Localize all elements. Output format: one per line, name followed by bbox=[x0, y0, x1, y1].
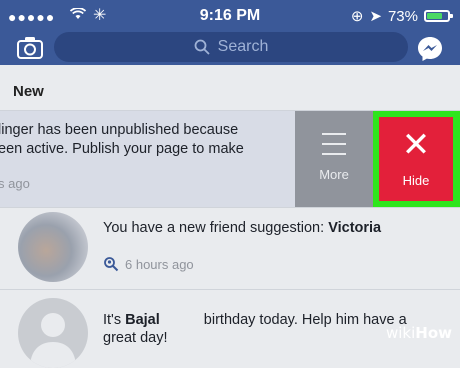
more-button[interactable]: More bbox=[295, 111, 373, 207]
notification-name: Bajal bbox=[125, 312, 160, 328]
camera-icon[interactable] bbox=[16, 36, 44, 60]
notification-time-row: 6 hours ago bbox=[103, 256, 194, 272]
watermark-part1: wiki bbox=[385, 324, 416, 342]
watermark-logo: wikiHow bbox=[386, 324, 452, 342]
notification-name: Victoria bbox=[328, 220, 382, 236]
avatar bbox=[18, 298, 88, 368]
hide-button-highlight[interactable]: ✕ Hide bbox=[373, 111, 460, 207]
search-icon bbox=[194, 39, 210, 55]
notification-text-line1: linger has been unpublished because bbox=[0, 122, 239, 138]
messenger-icon[interactable] bbox=[416, 35, 444, 63]
search-placeholder: Search bbox=[217, 38, 269, 55]
section-header: New bbox=[0, 74, 460, 111]
orientation-lock-icon: ⊕ bbox=[350, 8, 364, 25]
notification-text: linger has been unpublished because een … bbox=[0, 121, 298, 159]
watermark-part2: How bbox=[415, 324, 452, 342]
section-title: New bbox=[13, 83, 44, 100]
notification-message: You have a new friend suggestion: bbox=[103, 220, 329, 236]
close-icon: ✕ bbox=[401, 126, 431, 164]
friend-search-icon bbox=[104, 257, 119, 272]
avatar bbox=[18, 212, 88, 282]
notification-row-swiped[interactable]: linger has been unpublished because een … bbox=[0, 111, 460, 207]
notification-row[interactable]: You have a new friend suggestion: Victor… bbox=[0, 207, 460, 290]
location-icon: ➤ bbox=[369, 8, 382, 25]
default-profile-icon bbox=[30, 313, 76, 368]
battery-icon bbox=[424, 10, 453, 22]
hide-label: Hide bbox=[402, 173, 430, 188]
notification-row[interactable]: It's Bajal birthday today. Help him have… bbox=[0, 289, 460, 368]
notification-suffix: birthday today. Help him have a bbox=[199, 312, 407, 328]
notification-time: 6 hours ago bbox=[125, 256, 194, 272]
notification-prefix: It's bbox=[103, 312, 126, 328]
more-label: More bbox=[319, 167, 349, 182]
notification-time: s ago bbox=[0, 176, 30, 191]
menu-lines-icon bbox=[322, 133, 346, 163]
notification-text: You have a new friend suggestion: Victor… bbox=[103, 220, 381, 236]
notification-text-line2: een active. Publish your page to make bbox=[0, 141, 244, 157]
hide-button[interactable]: ✕ Hide bbox=[379, 117, 453, 201]
battery-percent: 73% bbox=[387, 7, 418, 25]
status-right: ⊕ ➤ 73% bbox=[350, 7, 453, 25]
status-bar: ●●●●● ✳ 9:16 PM ⊕ ➤ 73% bbox=[0, 0, 460, 32]
nav-bar: Search bbox=[0, 32, 460, 65]
search-input[interactable]: Search bbox=[54, 32, 408, 62]
battery-level bbox=[427, 13, 442, 19]
